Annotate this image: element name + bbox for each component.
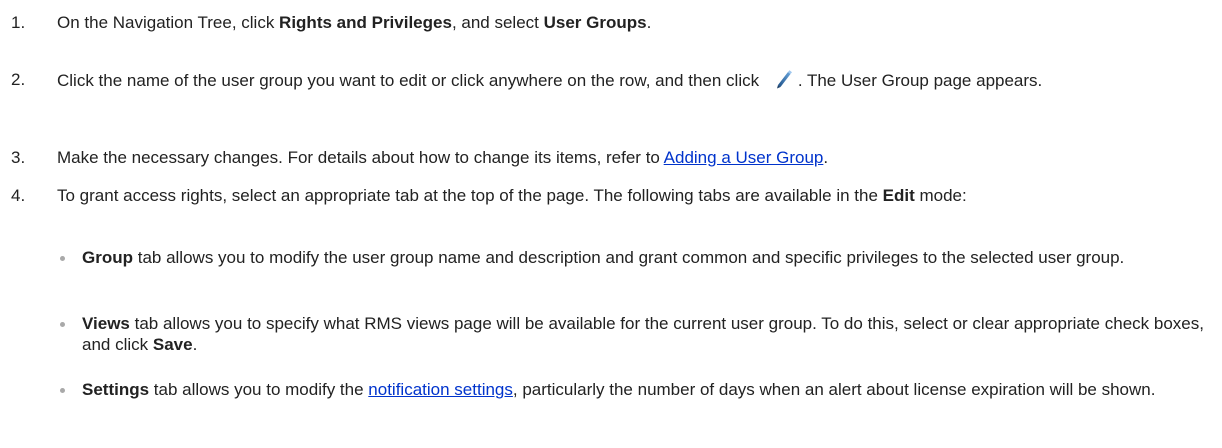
instructions-page: 1. On the Navigation Tree, click Rights …: [0, 0, 1222, 448]
step-text: To grant access rights, select an approp…: [57, 186, 967, 205]
notification-settings-link[interactable]: notification settings: [368, 380, 513, 399]
save-button-name: Save: [152, 335, 193, 354]
settings-tab-name: Settings: [82, 380, 150, 399]
step-number: 2.: [11, 70, 26, 89]
menu-rights-and-privileges: Rights and Privileges: [279, 13, 452, 32]
bullet-text: Settings tab allows you to modify the no…: [82, 380, 1156, 399]
bullet-icon: [60, 388, 65, 393]
step-text: On the Navigation Tree, click Rights and…: [57, 13, 652, 32]
step-text: Make the necessary changes. For details …: [57, 148, 829, 167]
step-number: 4.: [11, 186, 26, 205]
group-tab-name: Group: [82, 248, 133, 267]
step-text: Click the name of the user group you wan…: [57, 66, 1210, 93]
step-number: 1.: [11, 13, 26, 32]
menu-user-groups: User Groups: [543, 13, 647, 32]
views-tab-name: Views: [82, 314, 130, 333]
step-number: 3.: [11, 148, 26, 167]
bullet-text: Views tab allows you to specify what RMS…: [82, 314, 1204, 354]
bullet-icon: [60, 256, 65, 261]
bullet-text: Group tab allows you to modify the user …: [82, 248, 1125, 267]
edit-mode-label: Edit: [882, 186, 915, 205]
pencil-edit-icon: [768, 66, 798, 90]
bullet-icon: [60, 322, 65, 327]
adding-user-group-link[interactable]: Adding a User Group: [664, 148, 824, 167]
